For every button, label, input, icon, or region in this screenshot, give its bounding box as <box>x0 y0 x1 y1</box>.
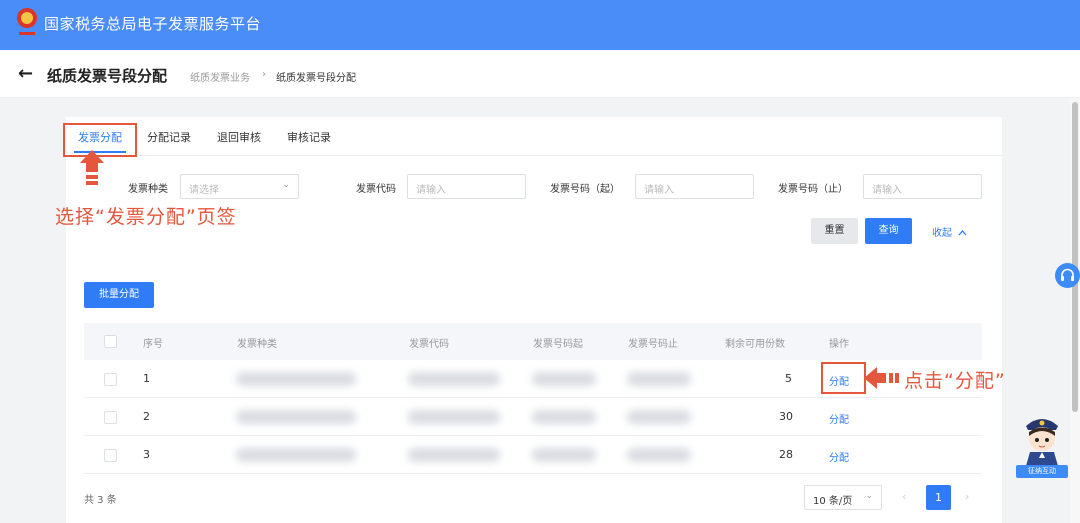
scrollbar-thumb[interactable] <box>1072 102 1078 412</box>
prev-page-icon[interactable]: ‹ <box>902 490 906 503</box>
app-title: 国家税务总局电子发票服务平台 <box>44 15 262 33</box>
page-header: ← 纸质发票号段分配 纸质发票业务 › 纸质发票号段分配 <box>0 50 1080 98</box>
redacted-cell <box>532 372 596 386</box>
row-index: 2 <box>143 410 150 423</box>
row-divider <box>84 435 982 436</box>
page-number-current[interactable]: 1 <box>926 485 951 510</box>
breadcrumb-separator-icon: › <box>262 69 266 80</box>
page-title: 纸质发票号段分配 <box>47 67 168 85</box>
collapse-button[interactable]: 收起 <box>932 224 967 239</box>
assign-link[interactable]: 分配 <box>829 411 849 426</box>
redacted-cell <box>627 372 691 386</box>
filter-label-invoice-code: 发票代码 <box>356 184 396 195</box>
back-arrow-icon[interactable]: ← <box>18 63 33 84</box>
batch-assign-button[interactable]: 批量分配 <box>84 282 154 308</box>
page-size-select[interactable]: 10 条/页 ⌄ <box>804 485 882 510</box>
mascot-label[interactable]: 征纳互动 <box>1016 465 1068 478</box>
row-remaining: 30 <box>779 410 793 423</box>
row-remaining: 5 <box>785 372 792 385</box>
column-header-action: 操作 <box>829 339 849 350</box>
top-bar: 国家税务总局电子发票服务平台 <box>0 0 1080 50</box>
select-all-checkbox[interactable] <box>104 335 117 348</box>
arrow-up-icon <box>80 150 104 185</box>
tax-emblem-icon <box>17 8 37 35</box>
redacted-cell <box>236 410 356 424</box>
row-remaining: 28 <box>779 448 793 461</box>
row-checkbox[interactable] <box>104 373 117 386</box>
total-count: 共 3 条 <box>84 495 117 506</box>
tab-return-review[interactable]: 退回审核 <box>217 129 261 145</box>
filter-label-number-start: 发票号码（起） <box>550 184 620 195</box>
column-header-remaining: 剩余可用份数 <box>725 339 785 350</box>
action-highlight-box <box>821 362 866 394</box>
row-checkbox[interactable] <box>104 411 117 424</box>
breadcrumb-item-paper-invoice[interactable]: 纸质发票业务 <box>190 69 250 84</box>
number-end-input[interactable]: 请输入 <box>863 174 982 199</box>
row-divider <box>84 473 982 474</box>
redacted-cell <box>532 410 596 424</box>
chevron-down-icon: ⌄ <box>282 180 290 190</box>
filter-label-invoice-type: 发票种类 <box>128 184 168 195</box>
chevron-up-icon <box>958 230 967 236</box>
next-page-icon[interactable]: › <box>965 490 969 503</box>
redacted-cell <box>627 448 691 462</box>
redacted-cell <box>236 448 356 462</box>
column-header-invoice-type: 发票种类 <box>237 339 277 350</box>
row-divider <box>84 397 982 398</box>
mascot-avatar-icon[interactable] <box>1016 410 1068 466</box>
column-header-number-start: 发票号码起 <box>533 339 583 350</box>
support-headset-button[interactable] <box>1055 263 1080 288</box>
row-index: 1 <box>143 372 150 385</box>
redacted-cell <box>408 448 500 462</box>
tabs-divider <box>66 155 1002 156</box>
invoice-type-select[interactable]: 请选择 ⌄ <box>180 174 299 199</box>
row-checkbox[interactable] <box>104 449 117 462</box>
headset-icon <box>1061 268 1074 281</box>
tab-review-records[interactable]: 审核记录 <box>287 129 331 145</box>
redacted-cell <box>408 410 500 424</box>
query-button[interactable]: 查询 <box>865 218 912 244</box>
tab-hint-annotation: 选择“发票分配”页签 <box>55 206 237 228</box>
breadcrumb-item-current: 纸质发票号段分配 <box>276 73 356 84</box>
filter-label-number-end: 发票号码（止） <box>778 184 848 195</box>
chevron-down-icon: ⌄ <box>865 491 873 501</box>
redacted-cell <box>408 372 500 386</box>
number-start-input[interactable]: 请输入 <box>635 174 754 199</box>
column-header-index: 序号 <box>143 339 163 350</box>
invoice-code-input[interactable]: 请输入 <box>407 174 526 199</box>
row-index: 3 <box>143 448 150 461</box>
redacted-cell <box>627 410 691 424</box>
action-hint-annotation: 点击“分配” <box>904 370 1006 392</box>
reset-button[interactable]: 重置 <box>811 218 858 244</box>
tab-assign-records[interactable]: 分配记录 <box>147 129 191 145</box>
arrow-left-icon <box>864 367 899 389</box>
redacted-cell <box>532 448 596 462</box>
redacted-cell <box>236 372 356 386</box>
column-header-number-end: 发票号码止 <box>628 339 678 350</box>
column-header-invoice-code: 发票代码 <box>409 339 449 350</box>
assign-link[interactable]: 分配 <box>829 449 849 464</box>
